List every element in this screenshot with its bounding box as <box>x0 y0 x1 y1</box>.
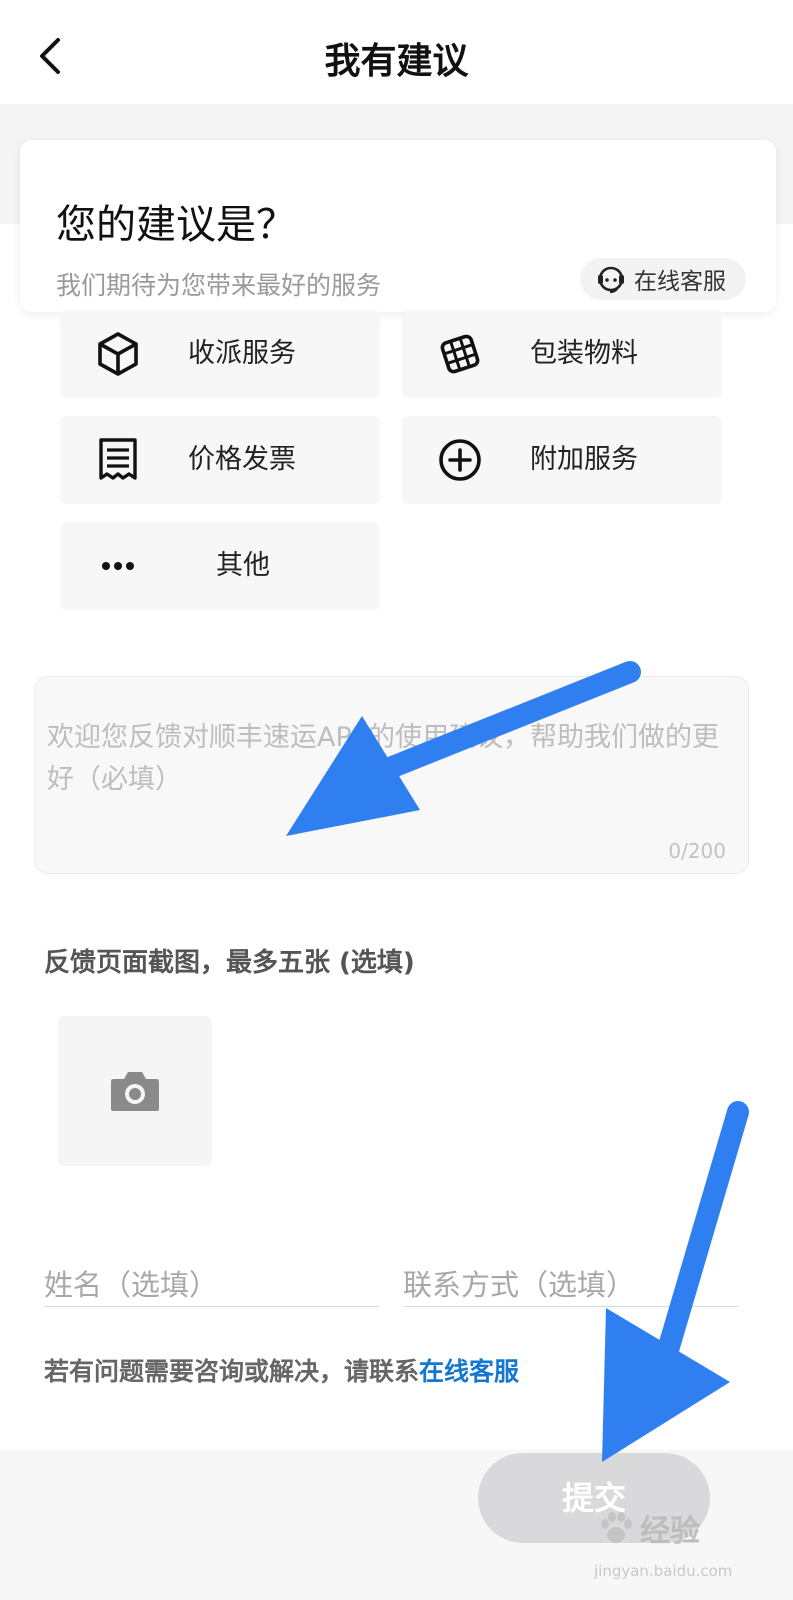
plus-circle-icon <box>439 439 481 481</box>
intro-title: 您的建议是？ <box>56 202 296 248</box>
category-packaging[interactable]: 包装物料 <box>402 310 722 398</box>
help-text: 若有问题需要咨询或解决，请联系在线客服 <box>44 1352 519 1388</box>
add-screenshot-button[interactable] <box>58 1016 212 1166</box>
online-service-label: 在线客服 <box>634 269 726 295</box>
contact-field[interactable]: 联系方式（选填） <box>403 1260 738 1307</box>
category-label: 价格发票 <box>188 444 296 475</box>
more-dots-icon <box>102 562 134 570</box>
header: 我有建议 <box>0 0 793 104</box>
feedback-page: 我有建议 您的建议是？ 我们期待为您带来最好的服务 在线客服 收派服务 包装物料… <box>0 0 793 1600</box>
help-text-label: 若有问题需要咨询或解决，请联系 <box>44 1357 420 1386</box>
intro-subtitle: 我们期待为您带来最好的服务 <box>56 271 382 300</box>
category-label: 附加服务 <box>530 444 638 475</box>
character-counter: 0/200 <box>668 839 726 863</box>
name-field[interactable]: 姓名（选填） <box>44 1260 379 1307</box>
screenshot-section-title: 反馈页面截图，最多五张 (选填) <box>44 948 415 978</box>
online-service-link[interactable]: 在线客服 <box>419 1357 519 1386</box>
category-label: 其他 <box>216 550 270 581</box>
category-additional-services[interactable]: 附加服务 <box>402 416 722 504</box>
category-other[interactable]: 其他 <box>60 522 380 610</box>
watermark-url: jingyan.baidu.com <box>594 1562 733 1580</box>
category-pickup-delivery[interactable]: 收派服务 <box>60 310 380 398</box>
paw-logo-icon <box>601 1512 632 1543</box>
feedback-placeholder: 欢迎您反馈对顺丰速运APP的使用建议，帮助我们做的更好（必填） <box>47 722 720 795</box>
camera-icon <box>111 1072 159 1111</box>
baidu-jingyan-watermark: 经验 jingyan.baidu.com <box>594 1506 774 1592</box>
feedback-textarea[interactable]: 欢迎您反馈对顺丰速运APP的使用建议，帮助我们做的更好（必填） 0/200 <box>34 676 749 874</box>
headset-icon <box>598 266 624 294</box>
watermark-brand: 经验 <box>640 1514 700 1549</box>
grid-box-icon <box>440 334 480 374</box>
online-service-button[interactable]: 在线客服 <box>580 258 746 300</box>
package-box-icon <box>98 332 138 376</box>
category-label: 包装物料 <box>530 338 638 369</box>
intro-card: 您的建议是？ 我们期待为您带来最好的服务 在线客服 <box>20 140 776 312</box>
category-price-invoice[interactable]: 价格发票 <box>60 416 380 504</box>
receipt-icon <box>99 438 137 480</box>
category-label: 收派服务 <box>188 338 296 369</box>
page-title: 我有建议 <box>324 41 469 82</box>
